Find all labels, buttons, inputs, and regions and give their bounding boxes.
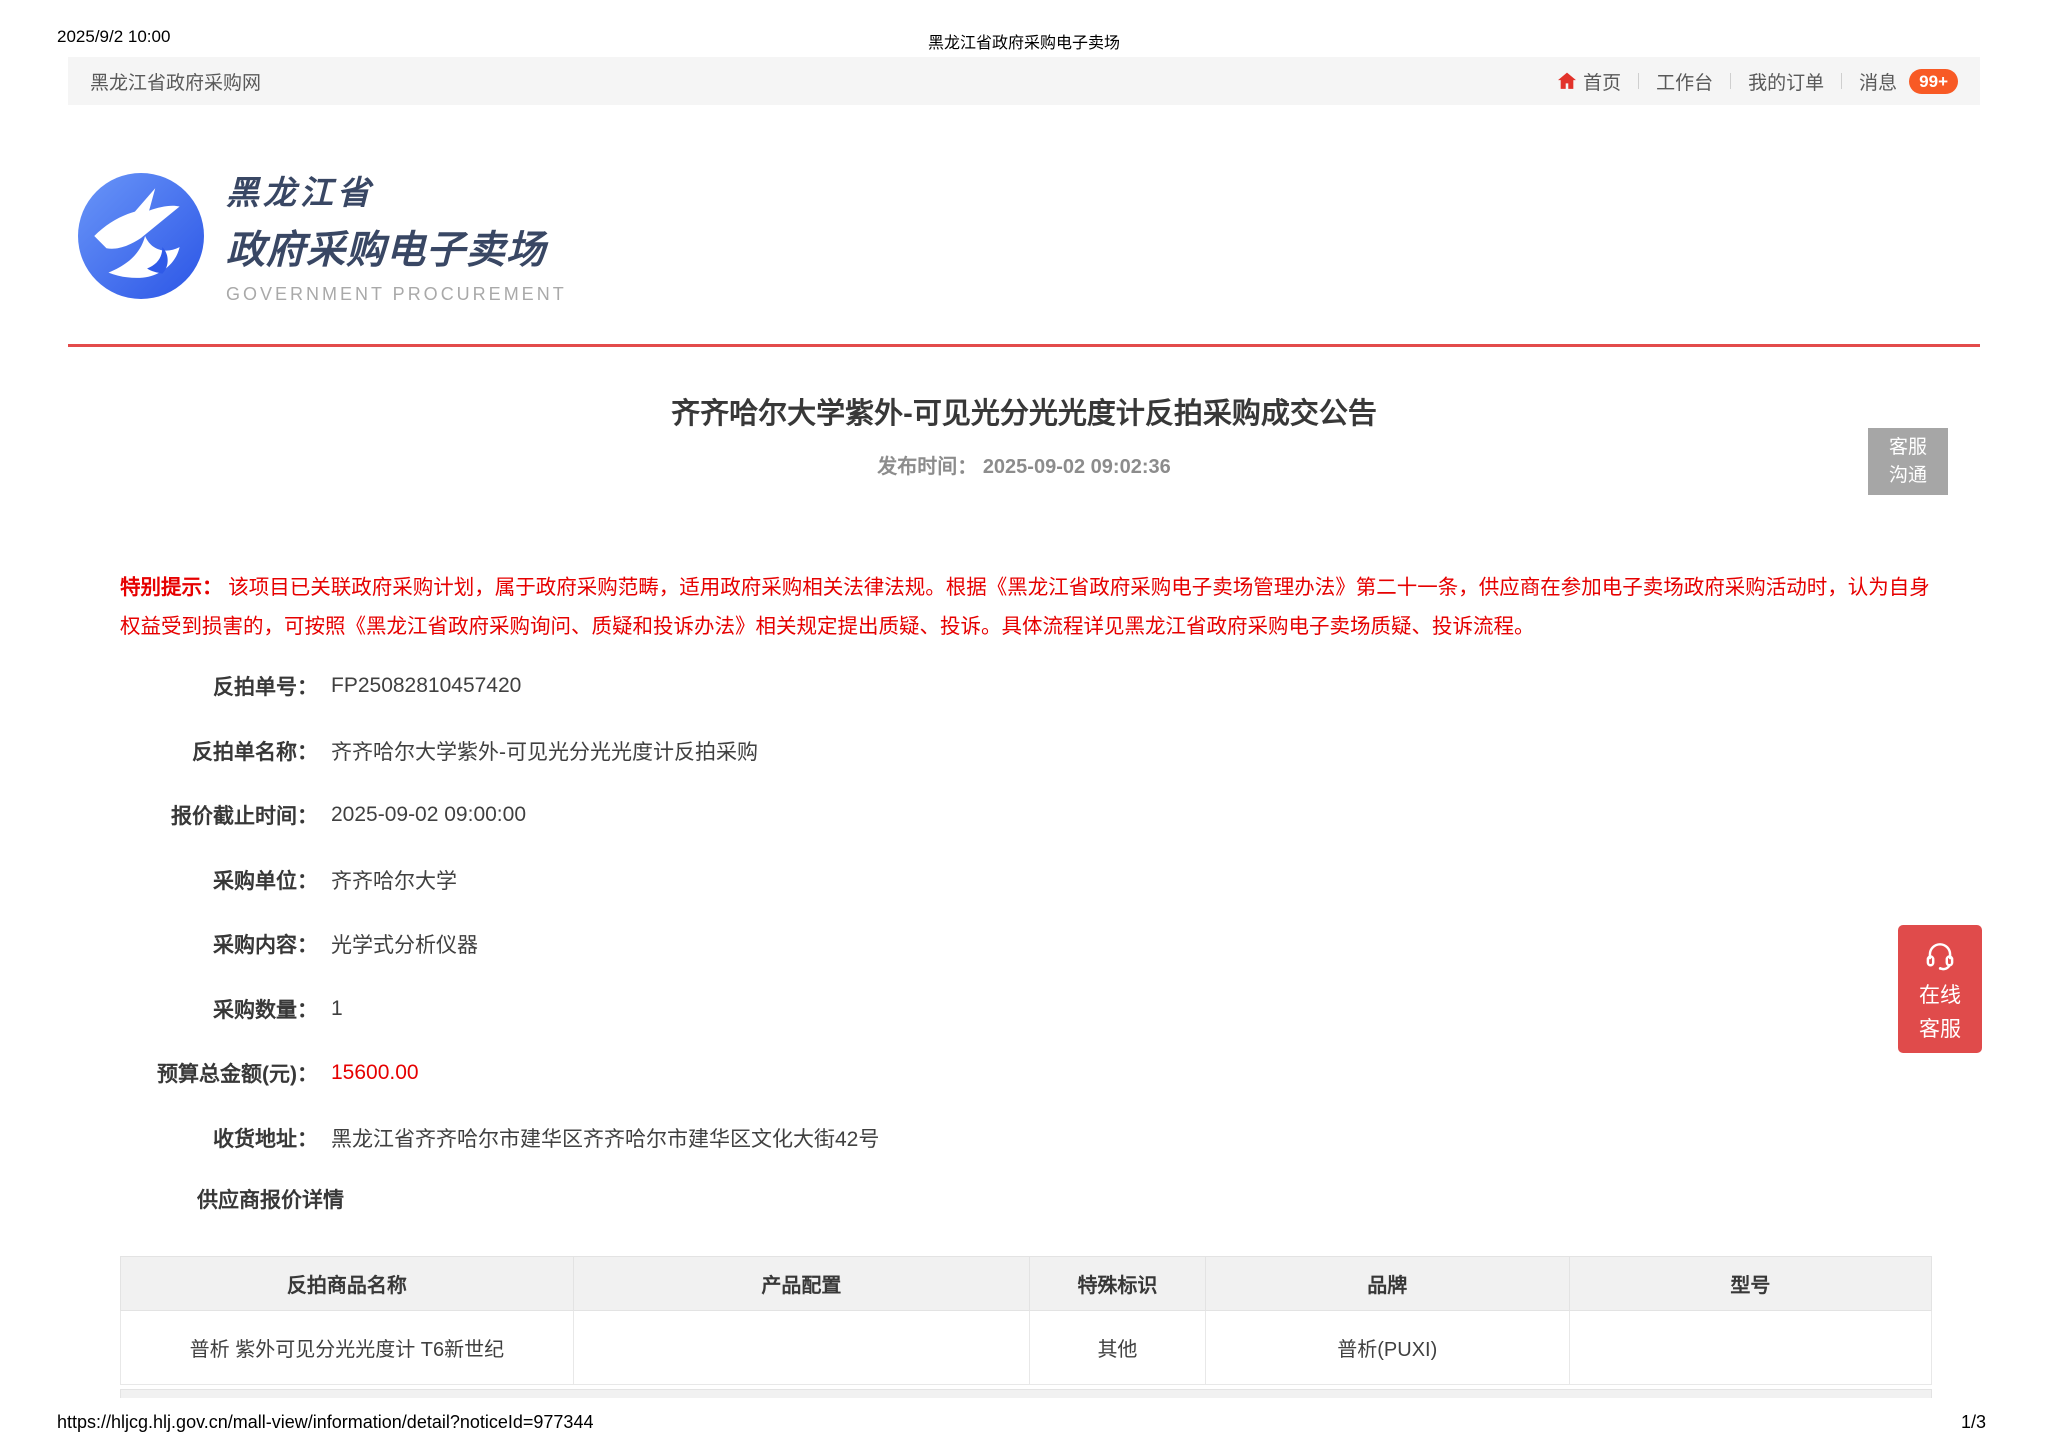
column-header-special-mark: 特殊标识 [1029, 1256, 1206, 1311]
table-header-row: 反拍商品名称 产品配置 特殊标识 品牌 型号 [120, 1256, 1933, 1311]
field-label: 采购内容： [213, 934, 318, 958]
field-value: 光学式分析仪器 [331, 934, 478, 958]
field-label: 预算总金额(元)： [157, 1063, 318, 1087]
site-name-link[interactable]: 黑龙江省政府采购网 [90, 68, 261, 95]
special-alert: 特别提示： 该项目已关联政府采购计划，属于政府采购范畴，适用政府采购相关法律法规… [120, 568, 1932, 646]
page: 2025/9/2 10:00 黑龙江省政府采购电子卖场 黑龙江省政府采购网 首页… [0, 0, 2048, 1447]
publish-time-row: 发布时间： 2025-09-02 09:02:36 [0, 450, 2048, 479]
field-value: 2025-09-02 09:00:00 [331, 803, 526, 827]
field-value: 齐齐哈尔大学 [331, 869, 457, 893]
cell-model [1568, 1310, 1933, 1385]
field-value: 齐齐哈尔大学紫外-可见光分光光度计反拍采购 [331, 740, 758, 764]
service-chat-button[interactable]: 客服 沟通 [1868, 428, 1948, 495]
table-row: 普析 紫外可见分光光度计 T6新世纪 其他 普析(PUXI) [120, 1310, 1933, 1385]
table-next-row-cutoff [120, 1389, 1932, 1398]
online-service-label-line1: 在线 [1919, 984, 1961, 1007]
cell-product-name: 普析 紫外可见分光光度计 T6新世纪 [120, 1310, 574, 1385]
field-value-budget: 15600.00 [331, 1061, 419, 1085]
field-value: FP25082810457420 [331, 674, 522, 698]
home-icon [1556, 70, 1578, 92]
notice-title: 齐齐哈尔大学紫外-可见光分光光度计反拍采购成交公告 [671, 398, 1377, 430]
field-label: 收货地址： [213, 1127, 318, 1151]
field-row-delivery-address: 收货地址： 黑龙江省齐齐哈尔市建华区齐齐哈尔市建华区文化大街42号 [100, 1106, 879, 1171]
logo-marketplace-name: 政府采购电子卖场 [226, 229, 547, 272]
logo-dragon-icon [78, 172, 204, 299]
nav-item-label: 消息 [1859, 72, 1898, 94]
cell-brand: 普析(PUXI) [1204, 1310, 1570, 1385]
nav-item-label: 首页 [1583, 72, 1622, 94]
column-header-brand: 品牌 [1204, 1256, 1570, 1311]
print-document-title: 黑龙江省政府采购电子卖场 [927, 35, 1120, 52]
field-value: 黑龙江省齐齐哈尔市建华区齐齐哈尔市建华区文化大街42号 [331, 1127, 880, 1151]
column-header-model: 型号 [1568, 1256, 1933, 1311]
field-label: 采购数量： [213, 998, 318, 1022]
message-count-badge[interactable]: 99+ [1909, 68, 1958, 94]
field-row-purchase-quantity: 采购数量： 1 [100, 977, 879, 1042]
nav-separator [1730, 73, 1732, 89]
supplier-quote-section-header: 供应商报价详情 [197, 1189, 344, 1212]
logo-text: 黑龙江省 政府采购电子卖场 GOVERNMENT PROCUREMENT [226, 166, 567, 305]
print-page-indicator: 1/3 [1960, 1412, 1986, 1432]
nav-item-label: 我的订单 [1748, 72, 1825, 94]
online-service-button[interactable]: 在线 客服 [1898, 925, 1982, 1053]
nav-item-home[interactable]: 首页 [1556, 68, 1621, 95]
field-value: 1 [331, 996, 343, 1020]
cell-product-config [572, 1310, 1031, 1385]
field-row-budget-total: 预算总金额(元)： 15600.00 [100, 1041, 879, 1106]
field-label: 采购单位： [213, 869, 318, 893]
special-alert-label: 特别提示： [120, 576, 223, 599]
print-footer-url: https://hljcg.hlj.gov.cn/mall-view/infor… [57, 1412, 594, 1432]
service-chat-label-line1: 客服 [1888, 436, 1927, 458]
service-chat-label-line2: 沟通 [1888, 464, 1927, 486]
field-row-purchasing-unit: 采购单位： 齐齐哈尔大学 [100, 848, 879, 913]
publish-time-label: 发布时间： [877, 456, 978, 478]
logo-english-name: GOVERNMENT PROCUREMENT [226, 284, 567, 304]
column-header-product-config: 产品配置 [572, 1256, 1031, 1311]
online-service-label-line2: 客服 [1919, 1018, 1961, 1041]
nav-separator [1638, 73, 1640, 89]
headset-icon [1926, 943, 1954, 971]
field-label: 反拍单号： [213, 676, 318, 700]
notice-detail-fields: 反拍单号： FP25082810457420 反拍单名称： 齐齐哈尔大学紫外-可… [100, 654, 879, 1170]
special-alert-text: 该项目已关联政府采购计划，属于政府采购范畴，适用政府采购相关法律法规。根据《黑龙… [120, 576, 1930, 638]
cell-special-mark: 其他 [1029, 1310, 1206, 1385]
supplier-quote-table: 反拍商品名称 产品配置 特殊标识 品牌 型号 普析 紫外可见分光光度计 T6新世… [120, 1256, 1933, 1385]
navbar-right: 首页 工作台 我的订单 消息 99+ [1556, 68, 1958, 95]
column-header-product-name: 反拍商品名称 [120, 1256, 574, 1311]
field-row-auction-name: 反拍单名称： 齐齐哈尔大学紫外-可见光分光光度计反拍采购 [100, 719, 879, 784]
nav-item-messages[interactable]: 消息 [1859, 68, 1897, 95]
site-logo[interactable]: 黑龙江省 政府采购电子卖场 GOVERNMENT PROCUREMENT [78, 166, 567, 305]
nav-item-workbench[interactable]: 工作台 [1656, 68, 1713, 95]
top-navbar: 黑龙江省政府采购网 首页 工作台 我的订单 消息 99+ [68, 57, 1980, 105]
field-label: 反拍单名称： [192, 740, 318, 764]
field-row-auction-number: 反拍单号： FP25082810457420 [100, 654, 879, 719]
field-row-purchase-content: 采购内容： 光学式分析仪器 [100, 912, 879, 977]
nav-item-my-orders[interactable]: 我的订单 [1748, 68, 1824, 95]
field-label: 报价截止时间： [171, 805, 318, 829]
nav-item-label: 工作台 [1656, 72, 1714, 94]
publish-time-value: 2025-09-02 09:02:36 [982, 456, 1171, 478]
logo-province-name: 黑龙江省 [226, 174, 374, 211]
red-divider-line [68, 344, 1980, 347]
field-row-quote-deadline: 报价截止时间： 2025-09-02 09:00:00 [100, 783, 879, 848]
nav-separator [1841, 73, 1843, 89]
